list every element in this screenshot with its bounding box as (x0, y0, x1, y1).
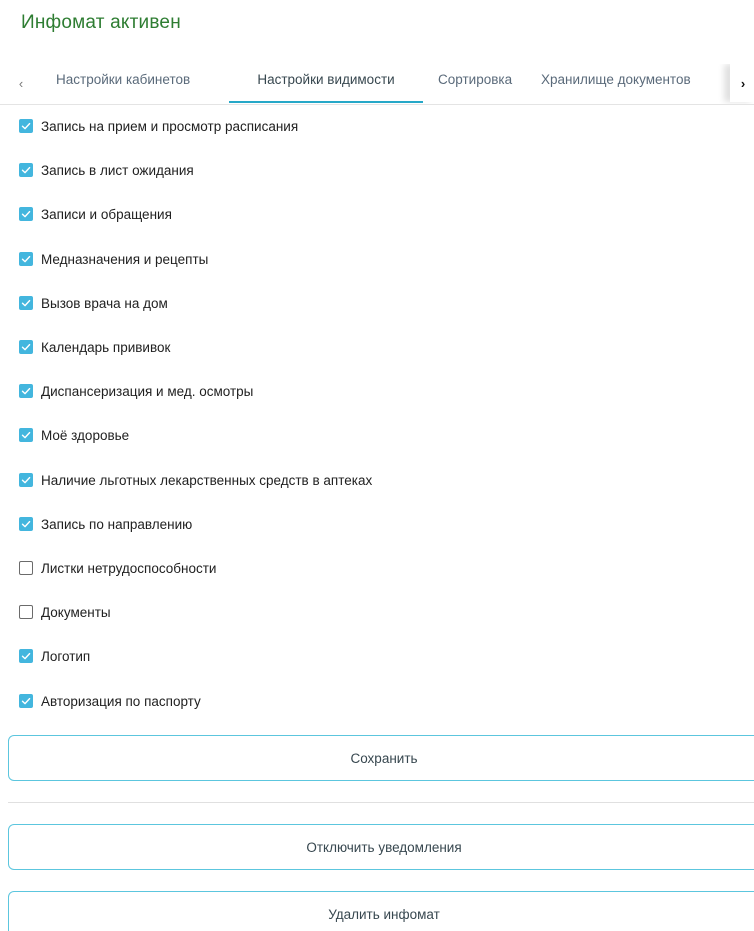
check-icon (21, 343, 31, 351)
checkbox-label: Вызов врача на дом (41, 295, 168, 311)
checkbox-label: Запись на прием и просмотр расписания (41, 118, 299, 134)
checkbox-option[interactable]: Запись на прием и просмотр расписания (19, 117, 298, 135)
tab-bar: ‹ Настройки кабинетов Настройки видимост… (0, 64, 754, 105)
checkbox-checked[interactable] (19, 384, 33, 398)
checkbox-label: Листки нетрудоспособности (41, 560, 217, 576)
checkbox-label: Запись в лист ожидания (41, 162, 194, 178)
check-icon (21, 387, 31, 395)
checkbox-label: Логотип (41, 648, 91, 664)
checkbox-label: Моё здоровье (41, 427, 130, 443)
checkbox-checked[interactable] (19, 163, 33, 177)
checkbox-option[interactable]: Вызов врача на дом (19, 294, 168, 312)
checkbox-checked[interactable] (19, 428, 33, 442)
tab-sorting[interactable]: Сортировка (438, 64, 512, 100)
check-icon (21, 697, 31, 705)
checkbox-label: Документы (41, 604, 111, 620)
checkbox-label: Диспансеризация и мед. осмотры (41, 383, 254, 399)
checkbox-label: Наличие льготных лекарственных средств в… (41, 472, 373, 488)
checkbox-checked[interactable] (19, 649, 33, 663)
check-icon (21, 210, 31, 218)
checkbox-option[interactable]: Документы (19, 603, 111, 621)
checkbox-checked[interactable] (19, 207, 33, 221)
checkbox-option[interactable]: Логотип (19, 647, 90, 665)
checkbox-checked[interactable] (19, 119, 33, 133)
checkbox-unchecked[interactable] (19, 561, 33, 575)
save-button[interactable]: Сохранить (8, 735, 754, 781)
checkbox-option[interactable]: Наличие льготных лекарственных средств в… (19, 471, 372, 489)
checkbox-option[interactable]: Диспансеризация и мед. осмотры (19, 382, 253, 400)
checkbox-label: Запись по направлению (41, 516, 193, 532)
checkbox-option[interactable]: Листки нетрудоспособности (19, 559, 216, 577)
checkbox-option[interactable]: Календарь прививок (19, 338, 170, 356)
checkbox-option[interactable]: Медназначения и рецепты (19, 250, 208, 268)
infomat-settings-page: Инфомат активен ‹ Настройки кабинетов На… (0, 0, 754, 931)
checkbox-label: Медназначения и рецепты (41, 251, 209, 267)
checkbox-label: Записи и обращения (41, 206, 172, 222)
checkbox-checked[interactable] (19, 296, 33, 310)
check-icon (21, 166, 31, 174)
page-title: Инфомат активен (21, 12, 181, 33)
check-icon (21, 299, 31, 307)
check-icon (21, 520, 31, 528)
check-icon (21, 122, 31, 130)
tab-visibility-settings[interactable]: Настройки видимости (229, 64, 423, 103)
check-icon (21, 255, 31, 263)
checkbox-option[interactable]: Авторизация по паспорту (19, 692, 201, 710)
checkbox-label: Календарь прививок (41, 339, 171, 355)
checkbox-checked[interactable] (19, 340, 33, 354)
checkbox-label: Авторизация по паспорту (41, 693, 201, 709)
checkbox-checked[interactable] (19, 694, 33, 708)
chevron-left-icon[interactable]: ‹ (8, 64, 34, 102)
checkbox-checked[interactable] (19, 252, 33, 266)
checkbox-checked[interactable] (19, 517, 33, 531)
check-icon (21, 431, 31, 439)
checkbox-option[interactable]: Записи и обращения (19, 205, 172, 223)
chevron-right-icon[interactable]: › (730, 64, 754, 102)
checkbox-option[interactable]: Запись в лист ожидания (19, 161, 194, 179)
checkbox-option[interactable]: Запись по направлению (19, 515, 192, 533)
check-icon (21, 476, 31, 484)
checkbox-checked[interactable] (19, 473, 33, 487)
delete-infomat-button[interactable]: Удалить инфомат (8, 891, 754, 931)
disable-notifications-button[interactable]: Отключить уведомления (8, 824, 754, 870)
tab-document-storage[interactable]: Хранилище документов (541, 64, 731, 100)
divider (8, 802, 754, 803)
checkbox-unchecked[interactable] (19, 605, 33, 619)
check-icon (21, 652, 31, 660)
tab-cabinet-settings[interactable]: Настройки кабинетов (56, 64, 190, 100)
checkbox-option[interactable]: Моё здоровье (19, 426, 129, 444)
